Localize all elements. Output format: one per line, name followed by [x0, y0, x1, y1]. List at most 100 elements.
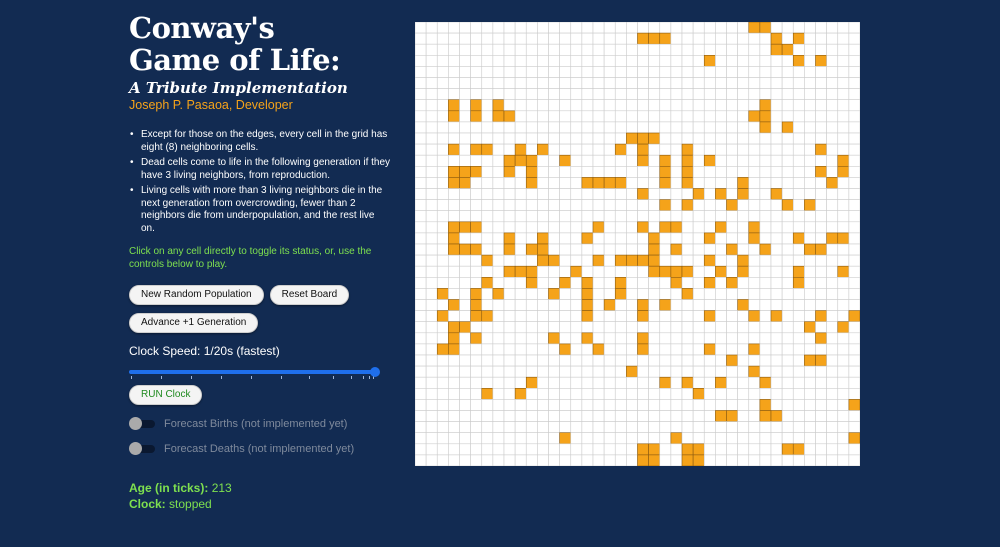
live-cell[interactable]	[815, 354, 827, 367]
dead-cell[interactable]	[637, 277, 649, 289]
dead-cell[interactable]	[581, 410, 594, 422]
dead-cell[interactable]	[737, 232, 750, 245]
dead-cell[interactable]	[737, 410, 750, 422]
dead-cell[interactable]	[459, 143, 471, 156]
dead-cell[interactable]	[581, 343, 594, 356]
dead-cell[interactable]	[581, 443, 594, 456]
dead-cell[interactable]	[514, 43, 527, 56]
live-cell[interactable]	[448, 232, 460, 245]
dead-cell[interactable]	[692, 99, 705, 112]
live-cell[interactable]	[748, 221, 761, 234]
dead-cell[interactable]	[692, 299, 705, 311]
dead-cell[interactable]	[670, 376, 683, 389]
dead-cell[interactable]	[537, 365, 549, 378]
dead-cell[interactable]	[548, 376, 560, 389]
dead-cell[interactable]	[537, 410, 549, 422]
dead-cell[interactable]	[759, 310, 772, 323]
dead-cell[interactable]	[826, 354, 839, 367]
dead-cell[interactable]	[481, 77, 494, 89]
dead-cell[interactable]	[537, 22, 549, 34]
live-cell[interactable]	[659, 32, 672, 45]
live-cell[interactable]	[648, 454, 661, 466]
dead-cell[interactable]	[614, 343, 627, 356]
dead-cell[interactable]	[670, 443, 683, 456]
dead-cell[interactable]	[748, 166, 761, 178]
dead-cell[interactable]	[626, 99, 638, 112]
dead-cell[interactable]	[436, 443, 449, 456]
dead-cell[interactable]	[770, 387, 783, 400]
dead-cell[interactable]	[659, 254, 672, 267]
dead-cell[interactable]	[703, 121, 716, 134]
dead-cell[interactable]	[436, 221, 449, 234]
dead-cell[interactable]	[470, 22, 483, 34]
dead-cell[interactable]	[737, 288, 750, 300]
dead-cell[interactable]	[626, 376, 638, 389]
dead-cell[interactable]	[748, 121, 761, 134]
dead-cell[interactable]	[548, 32, 560, 45]
dead-cell[interactable]	[470, 66, 483, 78]
dead-cell[interactable]	[436, 22, 449, 34]
dead-cell[interactable]	[737, 88, 750, 100]
dead-cell[interactable]	[726, 177, 738, 189]
dead-cell[interactable]	[770, 254, 783, 267]
dead-cell[interactable]	[648, 110, 661, 123]
live-cell[interactable]	[614, 143, 627, 156]
dead-cell[interactable]	[592, 54, 605, 67]
dead-cell[interactable]	[492, 399, 505, 411]
dead-cell[interactable]	[603, 454, 616, 466]
dead-cell[interactable]	[826, 210, 839, 223]
dead-cell[interactable]	[681, 77, 694, 89]
dead-cell[interactable]	[481, 454, 494, 466]
dead-cell[interactable]	[737, 110, 750, 123]
dead-cell[interactable]	[425, 443, 438, 456]
dead-cell[interactable]	[837, 332, 850, 345]
live-cell[interactable]	[659, 299, 672, 311]
live-cell[interactable]	[748, 343, 761, 356]
dead-cell[interactable]	[459, 332, 471, 345]
dead-cell[interactable]	[448, 199, 460, 212]
dead-cell[interactable]	[826, 77, 839, 89]
dead-cell[interactable]	[603, 254, 616, 267]
dead-cell[interactable]	[626, 421, 638, 434]
dead-cell[interactable]	[715, 421, 727, 434]
live-cell[interactable]	[436, 343, 449, 356]
dead-cell[interactable]	[415, 310, 427, 323]
dead-cell[interactable]	[659, 143, 672, 156]
dead-cell[interactable]	[415, 188, 427, 200]
live-cell[interactable]	[448, 332, 460, 345]
dead-cell[interactable]	[436, 177, 449, 189]
live-cell[interactable]	[692, 443, 705, 456]
live-cell[interactable]	[514, 387, 527, 400]
live-cell[interactable]	[781, 199, 794, 212]
dead-cell[interactable]	[703, 443, 716, 456]
live-cell[interactable]	[659, 199, 672, 212]
dead-cell[interactable]	[581, 210, 594, 223]
dead-cell[interactable]	[492, 199, 505, 212]
dead-cell[interactable]	[448, 32, 460, 45]
dead-cell[interactable]	[514, 421, 527, 434]
dead-cell[interactable]	[459, 354, 471, 367]
live-cell[interactable]	[581, 177, 594, 189]
dead-cell[interactable]	[581, 454, 594, 466]
dead-cell[interactable]	[692, 210, 705, 223]
dead-cell[interactable]	[681, 277, 694, 289]
dead-cell[interactable]	[781, 32, 794, 45]
dead-cell[interactable]	[770, 321, 783, 334]
dead-cell[interactable]	[670, 188, 683, 200]
dead-cell[interactable]	[659, 310, 672, 323]
dead-cell[interactable]	[759, 54, 772, 67]
dead-cell[interactable]	[626, 288, 638, 300]
dead-cell[interactable]	[525, 43, 538, 56]
dead-cell[interactable]	[804, 177, 816, 189]
dead-cell[interactable]	[692, 143, 705, 156]
dead-cell[interactable]	[492, 432, 505, 445]
dead-cell[interactable]	[837, 310, 850, 323]
dead-cell[interactable]	[748, 188, 761, 200]
dead-cell[interactable]	[492, 254, 505, 267]
dead-cell[interactable]	[826, 221, 839, 234]
live-cell[interactable]	[503, 243, 516, 256]
dead-cell[interactable]	[703, 376, 716, 389]
dead-cell[interactable]	[626, 399, 638, 411]
dead-cell[interactable]	[737, 154, 750, 167]
dead-cell[interactable]	[848, 199, 860, 212]
